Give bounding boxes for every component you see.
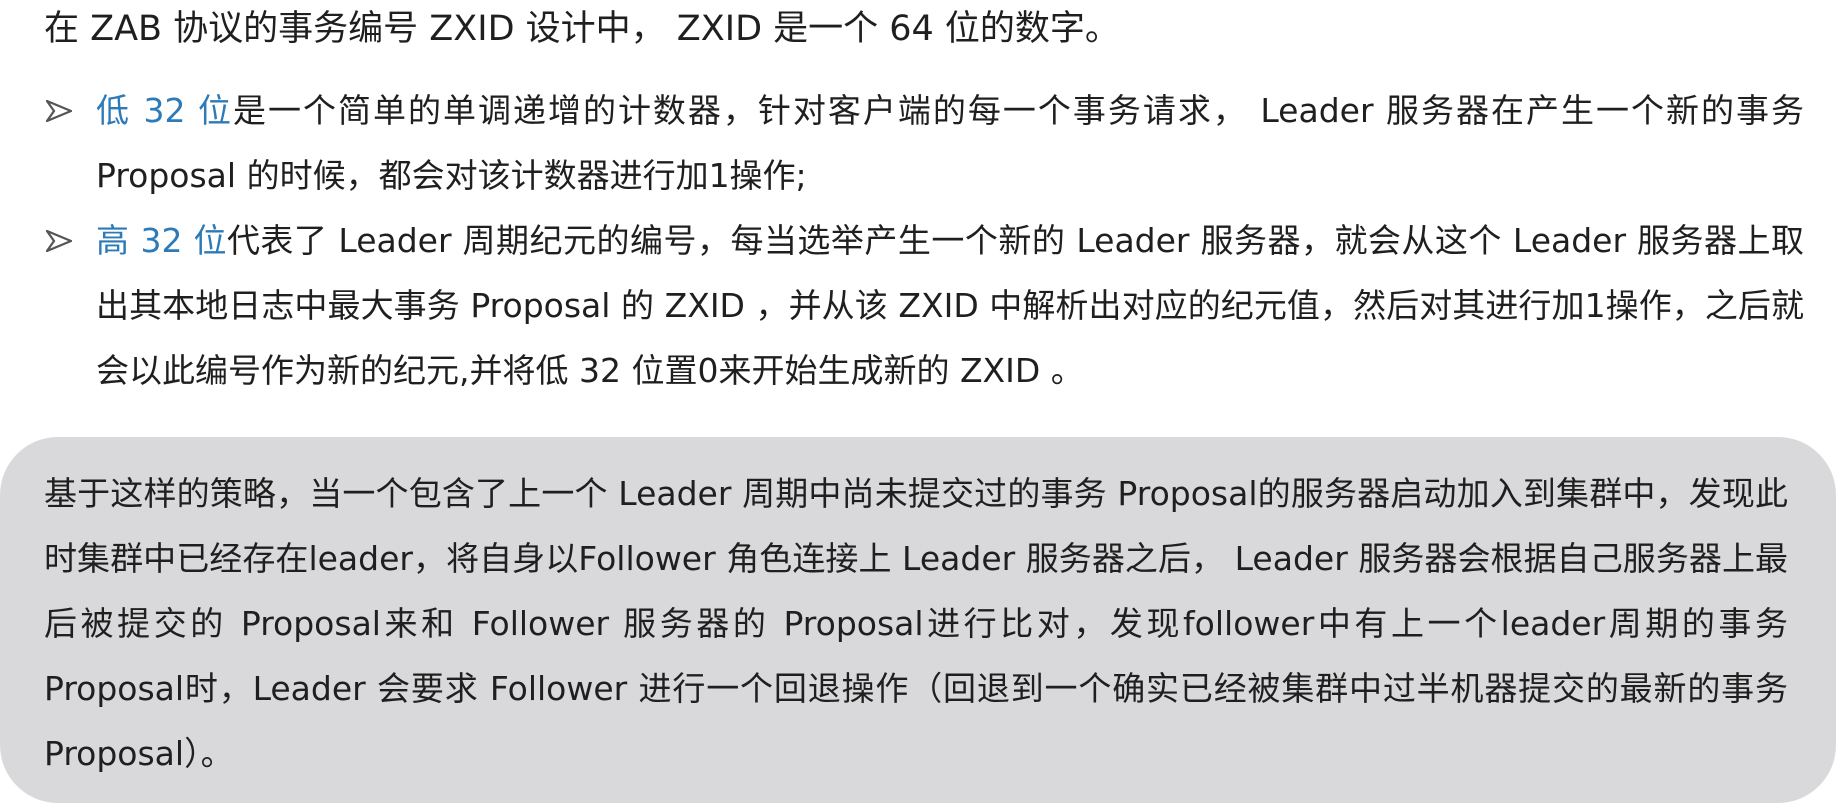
- callout-box: 基于这样的策略，当一个包含了上一个 Leader 周期中尚未提交过的事务 Pro…: [0, 437, 1836, 803]
- intro-paragraph: 在 ZAB 协议的事务编号 ZXID 设计中， ZXID 是一个 64 位的数字…: [44, 9, 1120, 49]
- bullet-item-high-32-bits: 高 32 位代表了 Leader 周期纪元的编号，每当选举产生一个新的 Lead…: [44, 208, 1804, 403]
- bullet-text: 是一个简单的单调递增的计数器，针对客户端的每一个事务请求， Leader 服务器…: [96, 91, 1804, 195]
- bullet-highlight: 高 32 位: [96, 221, 227, 260]
- bullet-highlight: 低 32 位: [96, 91, 233, 130]
- bullet-list: 低 32 位是一个简单的单调递增的计数器，针对客户端的每一个事务请求， Lead…: [44, 78, 1804, 403]
- arrowhead-icon: [44, 78, 84, 143]
- arrowhead-icon: [44, 208, 84, 273]
- bullet-item-low-32-bits: 低 32 位是一个简单的单调递增的计数器，针对客户端的每一个事务请求， Lead…: [44, 78, 1804, 208]
- callout-text: 基于这样的策略，当一个包含了上一个 Leader 周期中尚未提交过的事务 Pro…: [44, 474, 1788, 773]
- document: 在 ZAB 协议的事务编号 ZXID 设计中， ZXID 是一个 64 位的数字…: [0, 0, 1840, 809]
- bullet-text: 代表了 Leader 周期纪元的编号，每当选举产生一个新的 Leader 服务器…: [96, 221, 1804, 390]
